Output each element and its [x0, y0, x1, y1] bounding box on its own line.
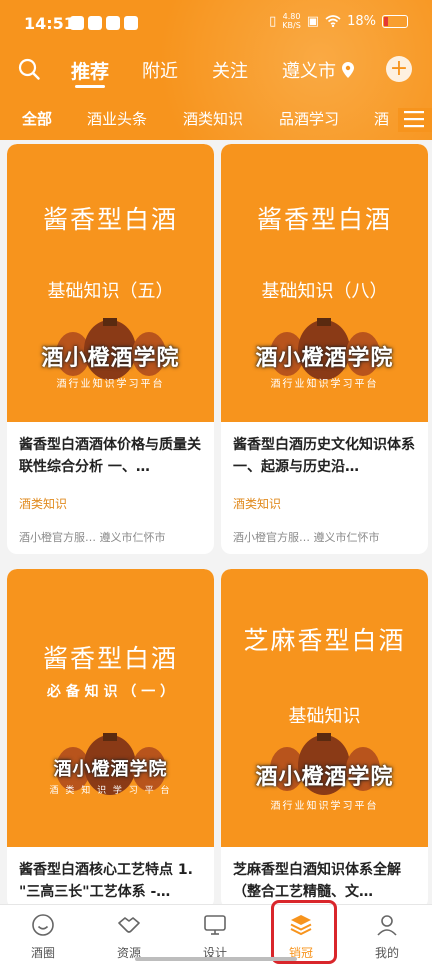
notification-icons — [70, 16, 138, 30]
highlight-annotation-box — [271, 900, 337, 964]
cover-title: 芝麻香型白酒 — [243, 626, 406, 655]
article-title[interactable]: 芝麻香型白酒知识体系全解 （整合工艺精髓、文… — [233, 859, 418, 903]
app-notification-icon — [88, 16, 102, 30]
nav-item-me[interactable]: 我的 — [344, 905, 430, 965]
cover-brand: 酒小橙酒学院 — [41, 346, 180, 371]
article-title[interactable]: 酱香型白酒历史文化知识体系 一、起源与历史沿… — [233, 434, 418, 478]
article-title[interactable]: 酱香型白酒酒体价格与质量关联性综合分析 一、… — [19, 434, 204, 478]
cover-brand: 酒小橙酒学院 — [53, 759, 168, 780]
battery-percent: 18% — [347, 13, 376, 29]
add-button[interactable]: + — [386, 56, 412, 82]
app-notification-icon — [124, 16, 138, 30]
article-card[interactable]: 芝麻香型白酒 基础知识 酒小橙酒学院 酒行业知识学习平台 芝麻香型白酒知识体系全… — [221, 569, 428, 909]
network-speed: 4.80 KB/S — [282, 12, 301, 30]
category-headlines[interactable]: 酒业头条 — [87, 108, 147, 129]
cover-brand: 酒小橙酒学院 — [255, 765, 394, 790]
cover-title: 酱香型白酒 — [42, 644, 178, 673]
article-source: 酒小橙官方服… 遵义市仁怀市 — [233, 531, 380, 544]
city-selector[interactable]: 遵义市 — [282, 57, 336, 83]
sim-icon: ▣ — [306, 13, 320, 29]
tab-following[interactable]: 关注 — [212, 57, 248, 83]
home-indicator[interactable] — [135, 957, 297, 961]
smile-icon — [32, 914, 54, 936]
article-title[interactable]: 酱香型白酒核心工艺特点 1. "三高三长"工艺体系 -… — [19, 859, 204, 903]
vibrate-icon: ▯ — [269, 13, 277, 29]
cover-slogan: 酒行业知识学习平台 — [270, 379, 379, 390]
category-all[interactable]: 全部 — [22, 108, 52, 129]
cover-slogan: 酒行业知识学习平台 — [270, 801, 379, 812]
cover-title: 酱香型白酒 — [256, 205, 392, 234]
tab-nearby[interactable]: 附近 — [142, 57, 178, 83]
cover-subtitle: 基础知识（八） — [261, 281, 388, 302]
cover-slogan: 酒行业知识学习平台 — [56, 379, 165, 390]
category-tasting[interactable]: 品酒学习 — [279, 108, 339, 129]
person-icon — [377, 915, 397, 936]
nav-item-design[interactable]: 设计 — [172, 905, 258, 965]
nav-label: 酒圈 — [30, 946, 55, 960]
article-cover: 酱香型白酒 基础知识（八） 酒小橙酒学院 酒行业知识学习平台 — [221, 144, 428, 422]
nav-item-circle[interactable]: 酒圈 — [0, 905, 86, 965]
article-card[interactable]: 酱香型白酒 基础知识（五） 酒小橙酒学院 酒行业知识学习平台 酱香型白酒酒体价格… — [7, 144, 214, 554]
status-bar: 14:51 ▯ 4.80 KB/S ▣ 18% — [0, 0, 432, 50]
article-card[interactable]: 酱香型白酒 基础知识（八） 酒小橙酒学院 酒行业知识学习平台 酱香型白酒历史文化… — [221, 144, 428, 554]
search-icon[interactable] — [18, 58, 40, 80]
article-cover: 酱香型白酒 必 备 知 识 （ 一 ） 酒小橙酒学院 酒 类 知 识 学 习 平… — [7, 569, 214, 847]
article-source: 酒小橙官方服… 遵义市仁怀市 — [19, 531, 166, 544]
article-card[interactable]: 酱香型白酒 必 备 知 识 （ 一 ） 酒小橙酒学院 酒 类 知 识 学 习 平… — [7, 569, 214, 909]
cover-subtitle: 基础知识（五） — [47, 281, 174, 302]
tab-recommend[interactable]: 推荐 — [71, 57, 109, 88]
nav-item-resources[interactable]: 资源 — [86, 905, 172, 965]
cover-brand: 酒小橙酒学院 — [255, 346, 394, 371]
status-right: ▯ 4.80 KB/S ▣ 18% — [269, 12, 408, 30]
location-pin-icon — [342, 62, 354, 78]
article-tag[interactable]: 酒类知识 — [233, 495, 281, 512]
category-bar: 全部 酒业头条 酒类知识 品酒学习 酒 — [0, 108, 432, 132]
article-cover: 酱香型白酒 基础知识（五） 酒小橙酒学院 酒行业知识学习平台 — [7, 144, 214, 422]
wifi-icon — [325, 15, 341, 27]
battery-icon — [382, 14, 408, 28]
category-more[interactable]: 酒 — [374, 108, 389, 129]
top-navigation: 推荐 附近 关注 遵义市 + — [0, 54, 432, 88]
nav-label: 我的 — [374, 946, 399, 960]
cover-title: 酱香型白酒 — [42, 205, 178, 234]
category-knowledge[interactable]: 酒类知识 — [183, 108, 243, 129]
article-cover: 芝麻香型白酒 基础知识 酒小橙酒学院 酒行业知识学习平台 — [221, 569, 428, 847]
app-notification-icon — [70, 16, 84, 30]
menu-icon[interactable] — [404, 110, 424, 128]
cover-subtitle: 基础知识 — [288, 706, 361, 727]
app-notification-icon — [106, 16, 120, 30]
bottom-navigation: 酒圈 资源 设计 销冠 我的 — [0, 904, 432, 965]
status-time: 14:51 — [24, 14, 75, 33]
article-tag[interactable]: 酒类知识 — [19, 495, 67, 512]
cover-slogan: 酒 类 知 识 学 习 平 台 — [49, 786, 172, 796]
handshake-icon — [118, 917, 140, 933]
monitor-icon — [204, 915, 226, 935]
header: 14:51 ▯ 4.80 KB/S ▣ 18% 推荐 附近 关注 遵义市 + 全… — [0, 0, 432, 140]
cover-subtitle: 必 备 知 识 （ 一 ） — [46, 684, 175, 700]
